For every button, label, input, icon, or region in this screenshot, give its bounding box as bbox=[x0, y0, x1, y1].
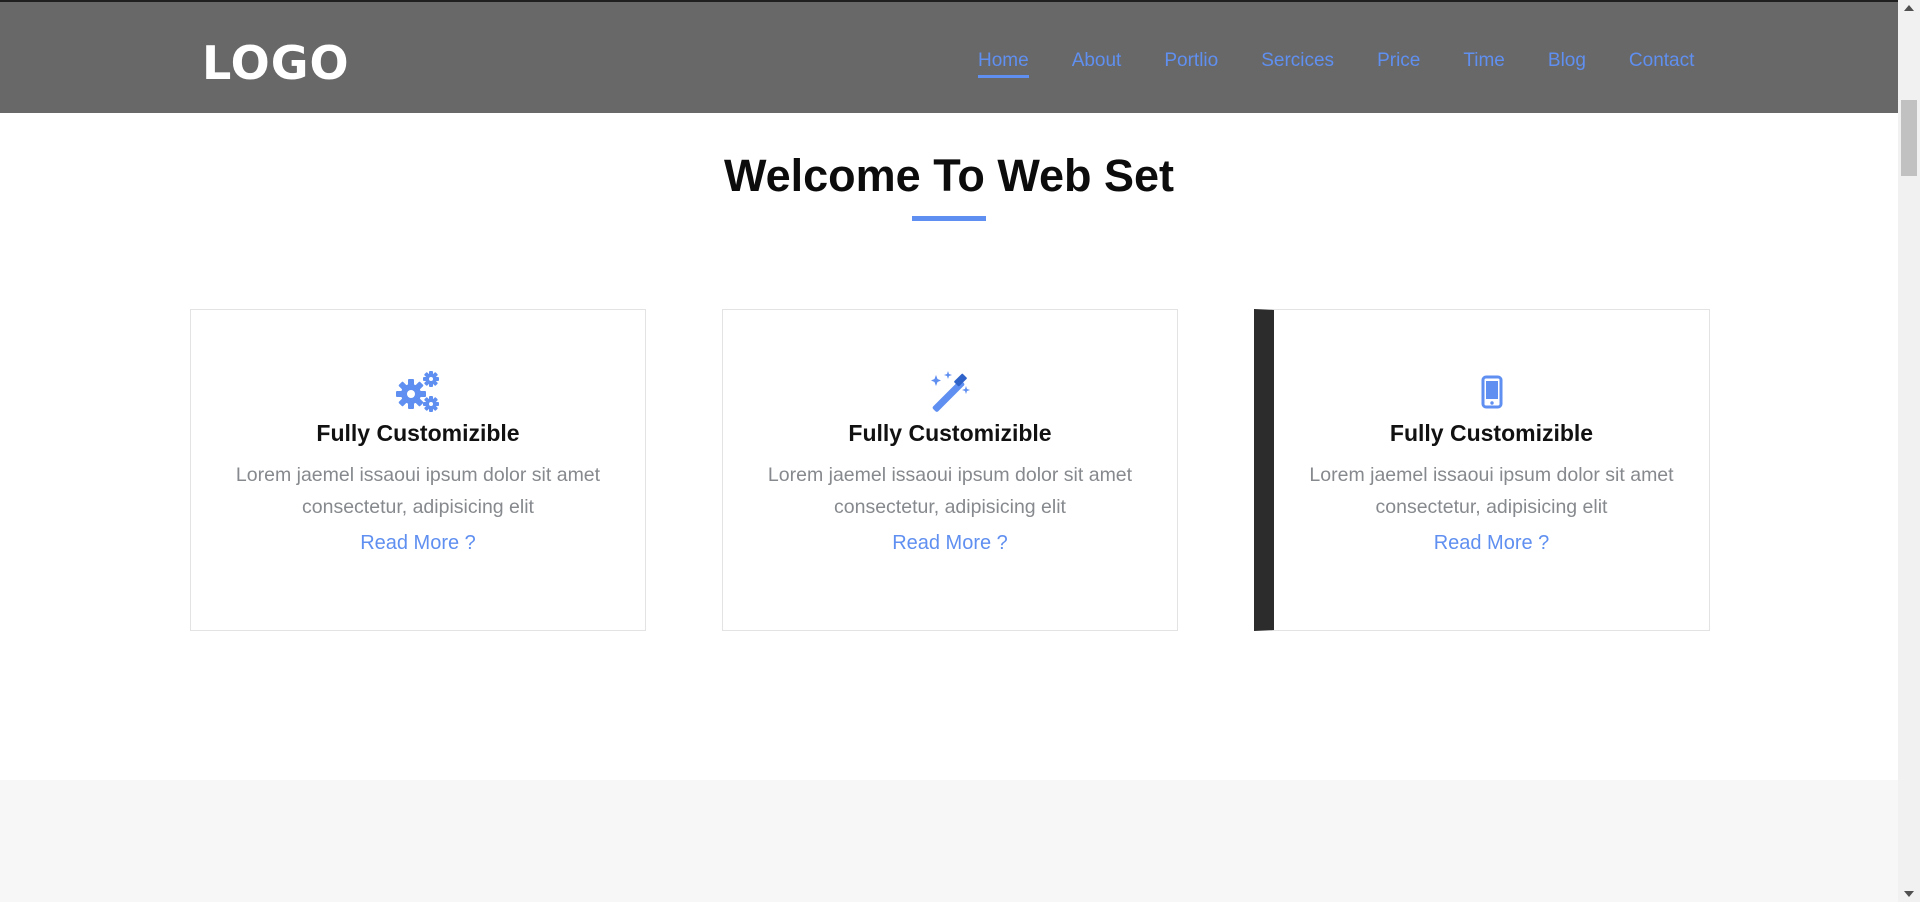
gears-icon bbox=[191, 370, 645, 414]
magic-wand-icon bbox=[723, 370, 1177, 414]
nav-sercices[interactable]: Sercices bbox=[1261, 50, 1334, 72]
site-logo[interactable]: LOGO bbox=[202, 36, 350, 90]
read-more-link[interactable]: Read More ? bbox=[892, 532, 1008, 555]
title-underline bbox=[912, 216, 986, 221]
card-description: Lorem jaemel issaoui ipsum dolor sit ame… bbox=[218, 459, 618, 523]
card-text-line-2: consectetur, adipisicing elit bbox=[302, 496, 534, 518]
nav-portlio[interactable]: Portlio bbox=[1164, 50, 1218, 72]
card-text-line-1: Lorem jaemel issaoui ipsum dolor sit ame… bbox=[767, 464, 1133, 486]
nav-time[interactable]: Time bbox=[1463, 50, 1505, 72]
mobile-phone-icon bbox=[1274, 370, 1709, 414]
next-section-background bbox=[0, 780, 1898, 902]
card-text-line-1: Lorem jaemel issaoui ipsum dolor sit ame… bbox=[235, 464, 601, 486]
card-title: Fully Customizible bbox=[316, 420, 520, 446]
nav-blog[interactable]: Blog bbox=[1548, 50, 1586, 72]
nav-contact[interactable]: Contact bbox=[1629, 50, 1694, 72]
card-description: Lorem jaemel issaoui ipsum dolor sit ame… bbox=[1292, 459, 1692, 523]
card-title: Fully Customizible bbox=[848, 420, 1052, 446]
card-text-line-2: consectetur, adipisicing elit bbox=[1375, 496, 1608, 518]
scrollbar-thumb[interactable] bbox=[1901, 100, 1917, 176]
read-more-link[interactable]: Read More ? bbox=[1434, 532, 1550, 555]
page-viewport: LOGO Home About Portlio Sercices Price T… bbox=[0, 0, 1898, 902]
feature-card-highlighted: Fully Customizible Lorem jaemel issaoui … bbox=[1254, 309, 1710, 631]
card-text-line-2: consectetur, adipisicing elit bbox=[834, 496, 1066, 518]
feature-card: Fully Customizible Lorem jaemel issaoui … bbox=[190, 309, 646, 631]
vertical-scrollbar[interactable] bbox=[1898, 0, 1920, 902]
feature-card: Fully Customizible Lorem jaemel issaoui … bbox=[722, 309, 1178, 631]
card-title: Fully Customizible bbox=[1389, 420, 1594, 446]
card-description: Lorem jaemel issaoui ipsum dolor sit ame… bbox=[750, 459, 1150, 523]
scroll-down-arrow-icon[interactable] bbox=[1898, 886, 1920, 902]
site-header: LOGO Home About Portlio Sercices Price T… bbox=[0, 0, 1898, 113]
main-nav: Home About Portlio Sercices Price Time B… bbox=[978, 50, 1737, 78]
nav-price[interactable]: Price bbox=[1377, 50, 1420, 72]
nav-home[interactable]: Home bbox=[978, 50, 1029, 78]
section-title: Welcome To Web Set bbox=[723, 150, 1175, 201]
card-text-line-1: Lorem jaemel issaoui ipsum dolor sit ame… bbox=[1309, 464, 1674, 486]
nav-about[interactable]: About bbox=[1072, 50, 1122, 72]
read-more-link[interactable]: Read More ? bbox=[360, 532, 476, 555]
scroll-up-arrow-icon[interactable] bbox=[1898, 0, 1920, 16]
